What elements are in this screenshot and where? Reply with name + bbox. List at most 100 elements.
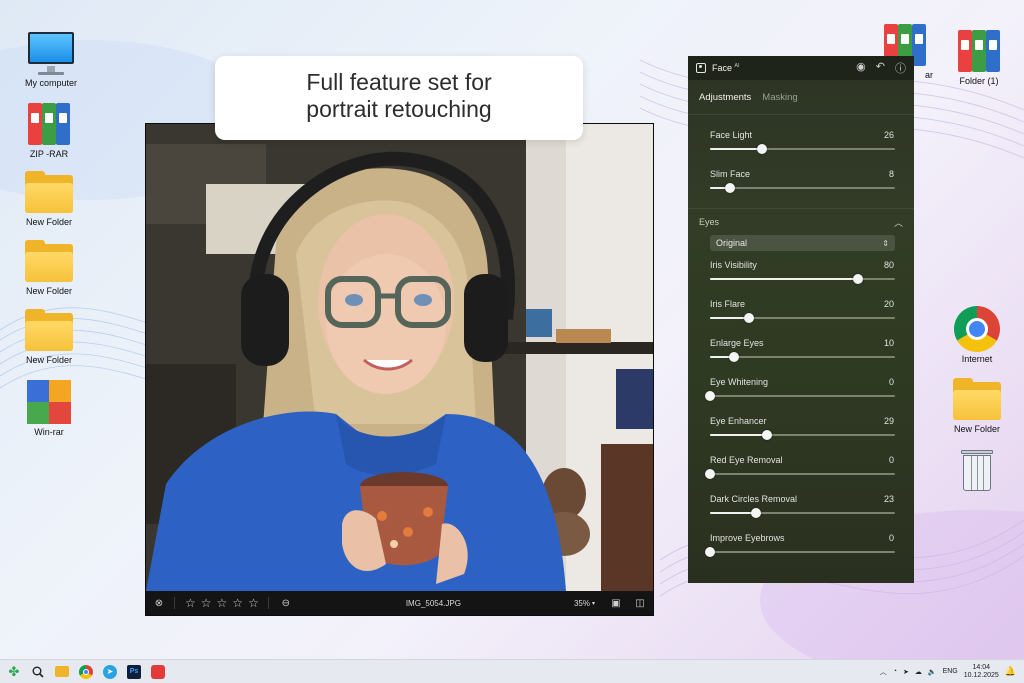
slider-track[interactable] bbox=[705, 391, 895, 401]
slider-handle[interactable] bbox=[729, 352, 740, 362]
desktop-icon-internet[interactable]: Internet bbox=[942, 306, 1012, 364]
slider-value: 80 bbox=[883, 260, 894, 270]
folder-icon bbox=[24, 169, 74, 215]
slider-label: Iris Flare bbox=[710, 299, 746, 309]
winrar-icon bbox=[24, 379, 74, 425]
slider-handle[interactable] bbox=[705, 469, 715, 479]
desktop-icon-label: New Folder bbox=[25, 217, 72, 227]
slider-handle[interactable] bbox=[705, 391, 715, 401]
network-icon[interactable]: ◔ bbox=[893, 668, 897, 675]
photoshop-icon[interactable]: Ps bbox=[122, 660, 146, 683]
desktop-icon-label: ZIP -RAR bbox=[29, 149, 69, 159]
slider-improve-eyebrows[interactable]: Improve Eyebrows 0 bbox=[688, 526, 914, 565]
undo-icon[interactable]: ↶ bbox=[876, 60, 885, 76]
search-icon[interactable] bbox=[26, 660, 50, 683]
slider-slim-face[interactable]: Slim Face 8 bbox=[688, 162, 914, 201]
star-rating[interactable]: ☆ ☆ ☆ ☆ ☆ bbox=[185, 596, 264, 610]
split-view-icon[interactable]: ◫ bbox=[633, 596, 647, 610]
slider-label: Eye Enhancer bbox=[710, 416, 767, 426]
onedrive-icon[interactable]: ☁ bbox=[915, 668, 922, 676]
slider-handle[interactable] bbox=[705, 547, 715, 557]
chrome-icon[interactable] bbox=[74, 660, 98, 683]
slider-iris-visibility[interactable]: Iris Visibility 80 bbox=[688, 253, 914, 292]
desktop-icon-new-folder-1[interactable]: New Folder bbox=[14, 169, 84, 227]
telegram-tray-icon[interactable]: ➤ bbox=[903, 668, 909, 676]
slider-face-light[interactable]: Face Light 26 bbox=[688, 123, 914, 162]
slider-track[interactable] bbox=[710, 183, 895, 193]
chevron-up-icon[interactable]: ︿ bbox=[880, 667, 887, 677]
slider-value: 0 bbox=[888, 533, 894, 543]
star-icon[interactable]: ☆ bbox=[201, 596, 212, 610]
clock[interactable]: 14:04 10.12.2025 bbox=[964, 664, 999, 680]
slider-enlarge-eyes[interactable]: Enlarge Eyes 10 bbox=[688, 331, 914, 370]
binder-icon bbox=[24, 101, 74, 147]
reject-icon[interactable]: ⊖ bbox=[279, 596, 293, 610]
notification-bell-icon[interactable]: 🔔 bbox=[1005, 666, 1016, 677]
desktop-icon-folder-1[interactable]: Folder (1) bbox=[944, 28, 1014, 86]
tab-adjustments[interactable]: Adjustments bbox=[699, 92, 751, 103]
slider-dark-circles-removal[interactable]: Dark Circles Removal 23 bbox=[688, 487, 914, 526]
chevron-updown-icon: ⇕ bbox=[882, 238, 889, 248]
slider-eye-whitening[interactable]: Eye Whitening 0 bbox=[688, 370, 914, 409]
slider-track[interactable] bbox=[705, 547, 895, 557]
folder-icon bbox=[24, 307, 74, 353]
slider-label: Improve Eyebrows bbox=[710, 533, 785, 543]
star-icon[interactable]: ☆ bbox=[185, 596, 196, 610]
slider-value: 0 bbox=[888, 455, 894, 465]
star-icon[interactable]: ☆ bbox=[232, 596, 243, 610]
slider-track[interactable] bbox=[710, 352, 895, 362]
slider-track[interactable] bbox=[710, 313, 895, 323]
slider-label: Enlarge Eyes bbox=[710, 338, 764, 348]
ai-badge: AI bbox=[734, 63, 740, 69]
monitor-icon bbox=[26, 30, 76, 76]
slider-handle[interactable] bbox=[853, 274, 863, 284]
eyes-mode-select[interactable]: Original ⇕ bbox=[710, 235, 895, 251]
recycle-bin-icon bbox=[952, 446, 1002, 492]
star-icon[interactable]: ☆ bbox=[217, 596, 228, 610]
slider-track[interactable] bbox=[710, 144, 895, 154]
volume-icon[interactable]: 🔈 bbox=[928, 668, 937, 676]
zoom-dropdown[interactable]: 35% ▾ bbox=[574, 599, 595, 608]
file-explorer-icon[interactable] bbox=[50, 660, 74, 683]
desktop-icon-recycle-bin[interactable] bbox=[942, 446, 1012, 494]
slider-handle[interactable] bbox=[751, 508, 762, 518]
desktop-icon-label: My computer bbox=[24, 78, 77, 88]
app-icon[interactable] bbox=[146, 660, 170, 683]
compare-view-icon[interactable]: ▣ bbox=[609, 596, 623, 610]
slider-iris-flare[interactable]: Iris Flare 20 bbox=[688, 292, 914, 331]
slider-track[interactable] bbox=[705, 469, 895, 479]
eyes-section-header[interactable]: Eyes ︿ bbox=[688, 209, 914, 235]
close-circle-icon[interactable]: ⊗ bbox=[152, 596, 166, 610]
slider-red-eye-removal[interactable]: Red Eye Removal 0 bbox=[688, 448, 914, 487]
chrome-icon bbox=[952, 306, 1002, 352]
desktop-icon-new-folder-right[interactable]: New Folder bbox=[942, 376, 1012, 434]
folder-icon bbox=[952, 376, 1002, 422]
desktop-icon-label: New Folder bbox=[25, 286, 72, 296]
star-icon[interactable]: ☆ bbox=[248, 596, 259, 610]
slider-handle[interactable] bbox=[756, 144, 767, 154]
slider-handle[interactable] bbox=[725, 183, 736, 193]
desktop-icon-zip-rar[interactable]: ZIP -RAR bbox=[14, 101, 84, 159]
language-indicator[interactable]: ENG bbox=[943, 668, 958, 675]
slider-handle[interactable] bbox=[762, 430, 773, 440]
telegram-icon[interactable]: ➤ bbox=[98, 660, 122, 683]
slider-value: 29 bbox=[883, 416, 894, 426]
slider-handle[interactable] bbox=[743, 313, 754, 323]
slider-track[interactable] bbox=[710, 430, 895, 440]
slider-value: 0 bbox=[888, 377, 894, 387]
info-icon[interactable]: ⓘ bbox=[895, 60, 906, 76]
slider-track[interactable] bbox=[710, 274, 895, 284]
portrait-photo bbox=[146, 124, 653, 591]
desktop-icon-new-folder-2[interactable]: New Folder bbox=[14, 238, 84, 296]
slider-eye-enhancer[interactable]: Eye Enhancer 29 bbox=[688, 409, 914, 448]
desktop-icon-win-rar[interactable]: Win-rar bbox=[14, 379, 84, 437]
eye-icon[interactable]: ◉ bbox=[856, 60, 866, 76]
desktop-icon-my-computer[interactable]: My computer bbox=[16, 30, 86, 88]
select-value: Original bbox=[716, 238, 748, 248]
desktop-icon-new-folder-3[interactable]: New Folder bbox=[14, 307, 84, 365]
slider-track[interactable] bbox=[710, 508, 895, 518]
slider-fill bbox=[710, 434, 768, 436]
desktop-icon-label: New Folder bbox=[25, 355, 72, 365]
tab-masking[interactable]: Masking bbox=[762, 92, 797, 103]
start-icon[interactable]: ✤ bbox=[2, 660, 26, 683]
